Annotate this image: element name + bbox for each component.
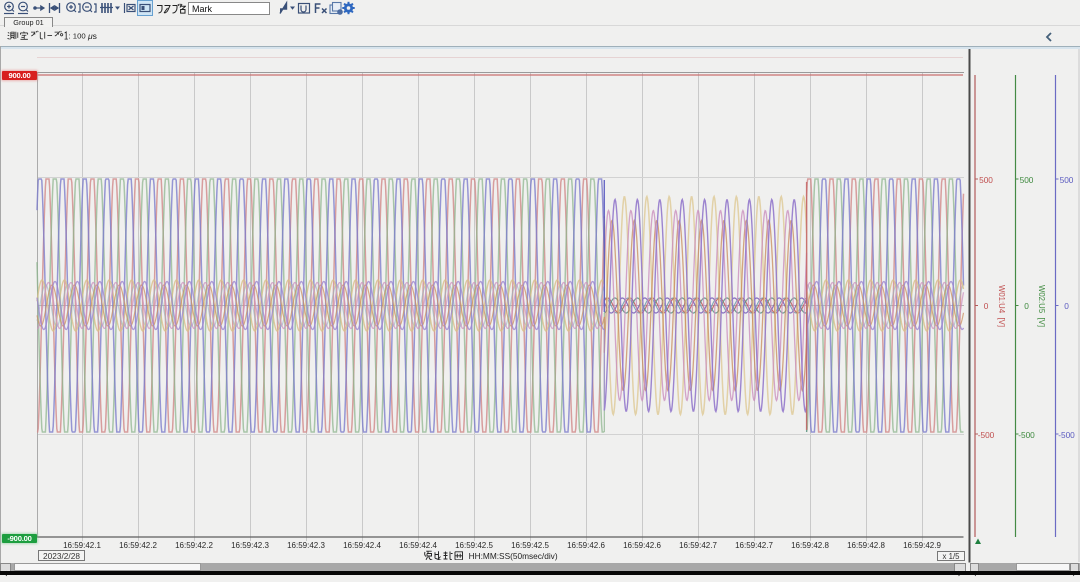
svg-text:: 100: : 100 bbox=[68, 31, 85, 40]
